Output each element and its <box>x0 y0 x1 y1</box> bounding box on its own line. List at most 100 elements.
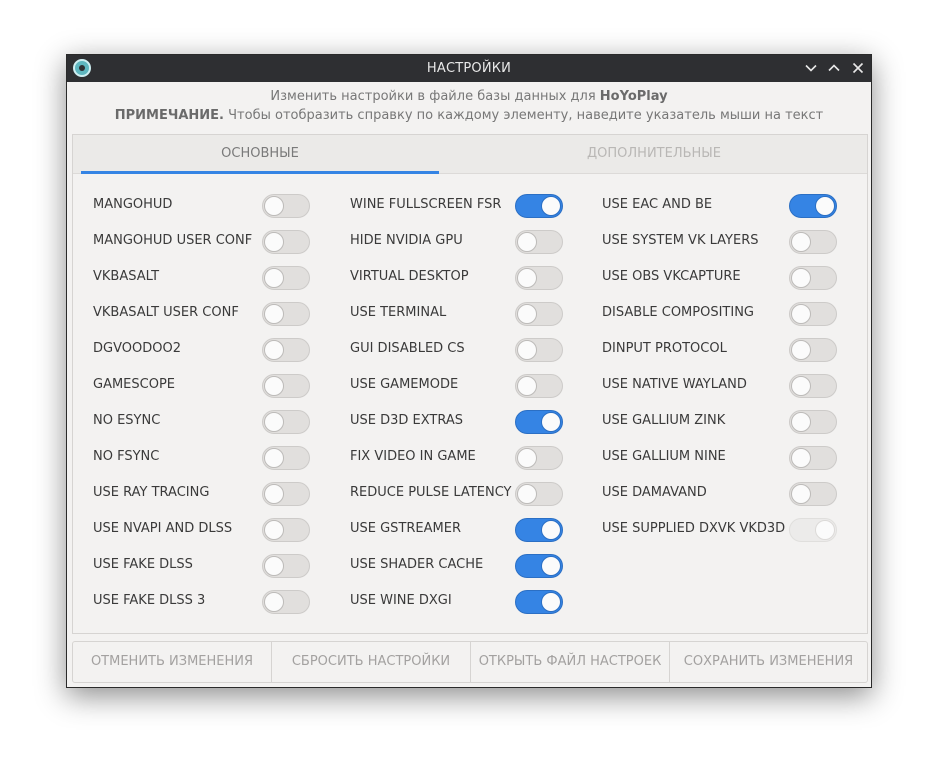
minimize-button[interactable] <box>803 60 819 76</box>
option-label: USE D3D EXTRAS <box>350 413 464 428</box>
option-toggle[interactable] <box>262 338 310 362</box>
option-toggle[interactable] <box>515 266 563 290</box>
option-toggle[interactable] <box>789 194 837 218</box>
toggle-knob <box>264 448 284 468</box>
option-toggle[interactable] <box>789 302 837 326</box>
option-label: HIDE NVIDIA GPU <box>350 233 463 248</box>
option-toggle[interactable] <box>789 410 837 434</box>
toggle-knob <box>264 412 284 432</box>
option-label: USE SHADER CACHE <box>350 557 484 572</box>
cancel-changes-button[interactable]: ОТМЕНИТЬ ИЗМЕНЕНИЯ <box>73 642 272 682</box>
header-prefix: Изменить настройки в файле базы данных д… <box>270 89 596 104</box>
option-toggle[interactable] <box>789 230 837 254</box>
option-toggle[interactable] <box>262 590 310 614</box>
toggle-knob <box>264 340 284 360</box>
toggle-knob <box>264 268 284 288</box>
toggle-knob <box>541 556 561 576</box>
option-toggle[interactable] <box>515 482 563 506</box>
toggle-knob <box>264 232 284 252</box>
option-label: VIRTUAL DESKTOP <box>350 269 469 284</box>
option-label: DGVOODOO2 <box>93 341 181 356</box>
toggle-knob <box>791 412 811 432</box>
option-toggle[interactable] <box>262 410 310 434</box>
option-toggle[interactable] <box>262 554 310 578</box>
option-toggle[interactable] <box>789 374 837 398</box>
toggle-knob <box>541 592 561 612</box>
option-label: USE GALLIUM ZINK <box>602 413 726 428</box>
tab-panel: ОСНОВНЫЕ ДОПОЛНИТЕЛЬНЫЕ MANGOHUD MANGOHUD… <box>72 134 868 634</box>
option-toggle[interactable] <box>515 518 563 542</box>
tab-main[interactable]: ОСНОВНЫЕ <box>81 135 439 174</box>
title-bar: НАСТРОЙКИ <box>67 55 871 82</box>
toggle-knob <box>791 448 811 468</box>
toggle-knob <box>541 412 561 432</box>
option-toggle[interactable] <box>262 194 310 218</box>
option-toggle[interactable] <box>515 554 563 578</box>
note-label: ПРИМЕЧАНИЕ. <box>114 108 224 123</box>
toggle-knob <box>264 304 284 324</box>
toggle-knob <box>815 520 835 540</box>
option-label: DINPUT PROTOCOL <box>602 341 727 356</box>
option-toggle[interactable] <box>262 518 310 542</box>
option-label: WINE FULLSCREEN FSR <box>350 197 502 212</box>
option-toggle <box>789 518 837 542</box>
option-label: GUI DISABLED CS <box>350 341 465 356</box>
option-toggle[interactable] <box>515 230 563 254</box>
option-toggle[interactable] <box>262 302 310 326</box>
toggle-knob <box>791 304 811 324</box>
option-label: VKBASALT USER CONF <box>93 305 239 320</box>
option-toggle[interactable] <box>789 446 837 470</box>
option-toggle[interactable] <box>262 482 310 506</box>
option-toggle[interactable] <box>515 338 563 362</box>
option-toggle[interactable] <box>262 230 310 254</box>
option-toggle[interactable] <box>789 338 837 362</box>
toggle-knob <box>264 556 284 576</box>
option-label: USE TERMINAL <box>350 305 447 320</box>
option-label: GAMESCOPE <box>93 377 176 392</box>
note-text: Чтобы отобразить справку по каждому элем… <box>228 108 824 123</box>
option-label: USE EAC AND BE <box>602 197 713 212</box>
option-toggle[interactable] <box>262 446 310 470</box>
toggle-knob <box>541 196 561 216</box>
option-label: USE FAKE DLSS 3 <box>93 593 206 608</box>
option-label: USE FAKE DLSS <box>93 557 193 572</box>
open-settings-file-button[interactable]: ОТКРЫТЬ ФАЙЛ НАСТРОЕК <box>471 642 670 682</box>
option-label: USE RAY TRACING <box>93 485 210 500</box>
toggle-knob <box>791 484 811 504</box>
toggle-knob <box>517 448 537 468</box>
option-toggle[interactable] <box>515 194 563 218</box>
save-changes-button[interactable]: СОХРАНИТЬ ИЗМЕНЕНИЯ <box>670 642 867 682</box>
option-toggle[interactable] <box>515 410 563 434</box>
settings-window: НАСТРОЙКИ Изменить настройки в файле баз… <box>66 54 872 688</box>
option-label: USE GAMEMODE <box>350 377 459 392</box>
option-label: REDUCE PULSE LATENCY <box>350 485 512 500</box>
toggle-knob <box>264 484 284 504</box>
option-toggle[interactable] <box>515 374 563 398</box>
toggle-knob <box>517 232 537 252</box>
option-toggle[interactable] <box>515 446 563 470</box>
option-toggle[interactable] <box>515 302 563 326</box>
note-line: ПРИМЕЧАНИЕ. Чтобы отобразить справку по … <box>67 108 871 123</box>
maximize-button[interactable] <box>826 60 842 76</box>
option-toggle[interactable] <box>789 482 837 506</box>
toggle-knob <box>517 268 537 288</box>
option-toggle[interactable] <box>789 266 837 290</box>
tab-advanced[interactable]: ДОПОЛНИТЕЛЬНЫЕ <box>476 135 832 173</box>
chevron-down-icon <box>805 64 817 72</box>
option-toggle[interactable] <box>262 374 310 398</box>
toggle-knob <box>264 376 284 396</box>
chevron-up-icon <box>828 64 840 72</box>
reset-settings-button[interactable]: СБРОСИТЬ НАСТРОЙКИ <box>272 642 471 682</box>
option-label: USE SUPPLIED DXVK VKD3D <box>602 521 786 536</box>
close-button[interactable] <box>850 60 866 76</box>
toggle-knob <box>517 304 537 324</box>
close-icon <box>852 62 864 74</box>
option-label: FIX VIDEO IN GAME <box>350 449 476 464</box>
option-label: VKBASALT <box>93 269 160 284</box>
option-label: USE NVAPI AND DLSS <box>93 521 233 536</box>
option-toggle[interactable] <box>262 266 310 290</box>
action-button-bar: ОТМЕНИТЬ ИЗМЕНЕНИЯ СБРОСИТЬ НАСТРОЙКИ ОТ… <box>72 641 868 683</box>
toggle-knob <box>815 196 835 216</box>
option-toggle[interactable] <box>515 590 563 614</box>
option-label: USE WINE DXGI <box>350 593 452 608</box>
